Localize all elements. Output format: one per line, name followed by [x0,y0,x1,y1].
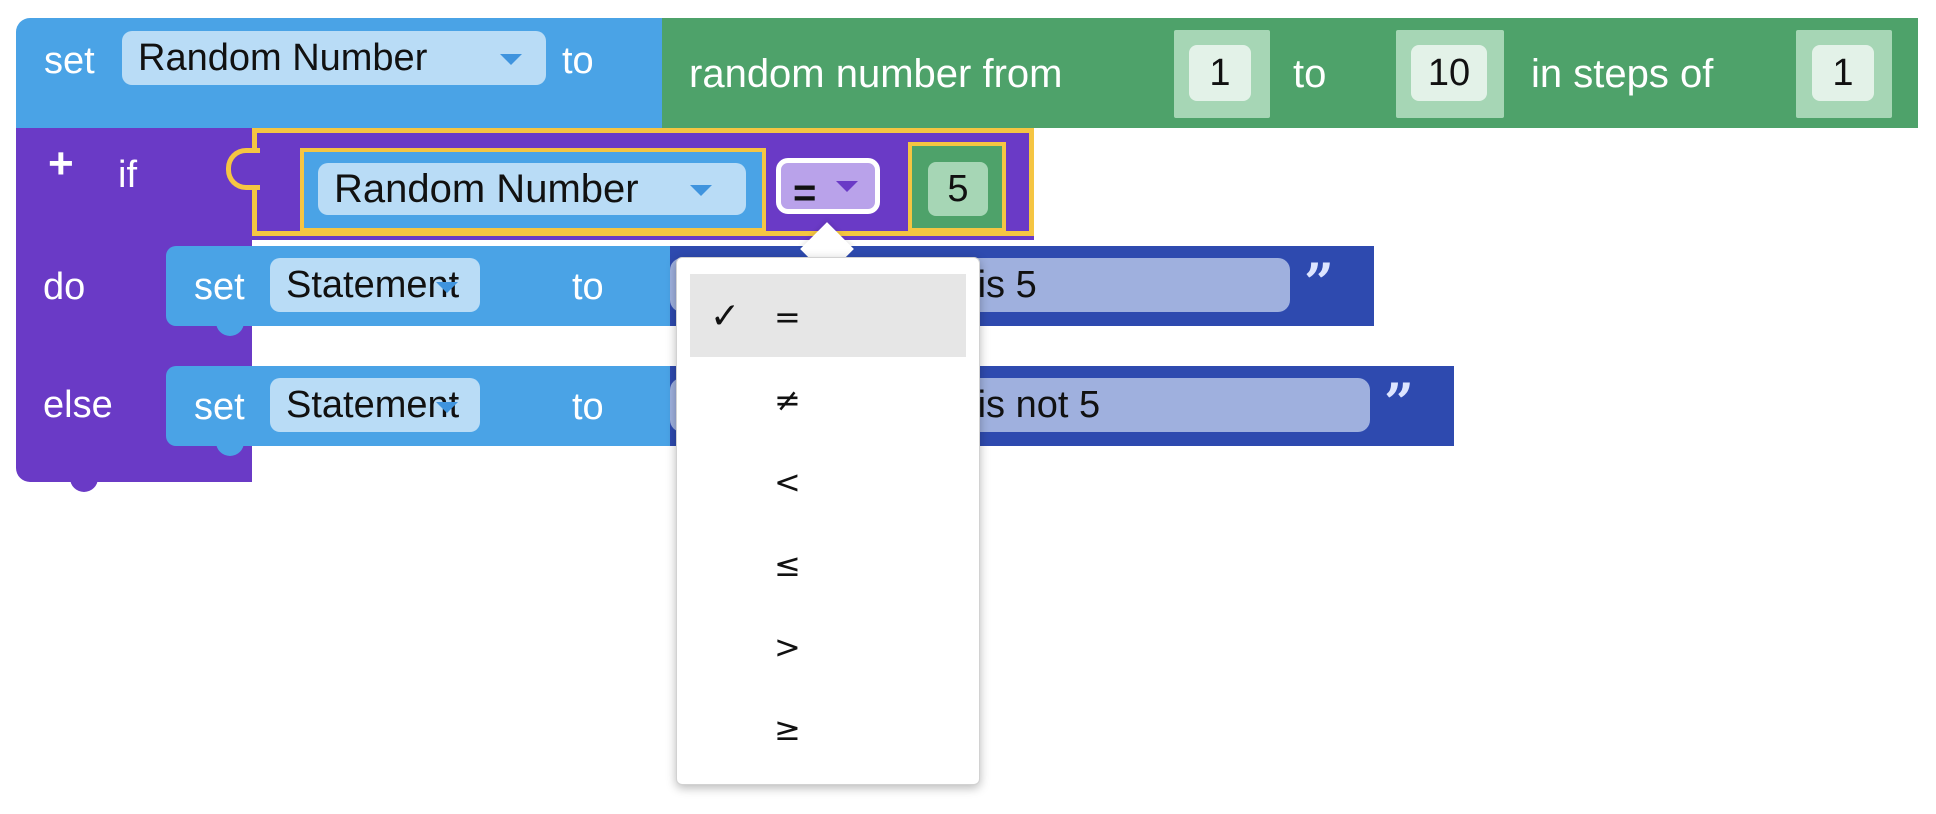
variable-dropdown-statement[interactable]: Statement [270,378,480,432]
operator-dropdown[interactable]: = [776,158,880,214]
menu-item-greater-or-equal[interactable]: ≥ [690,686,966,769]
set-keyword: set [194,386,245,428]
menu-item-not-equal[interactable]: ≠ [690,357,966,440]
from-value: 1 [1209,51,1231,94]
quote-icon: ” [1384,373,1414,434]
steps-label: in steps of [1531,52,1714,96]
variable-dropdown-label: Random Number [138,37,428,79]
menu-item-label: ≤ [774,546,801,584]
operator-value: = [793,171,817,215]
chevron-down-icon [436,402,458,413]
to-keyword: to [572,386,604,428]
menu-item-label: ≠ [774,381,801,419]
set-keyword: set [44,40,95,82]
set-keyword: set [194,266,245,308]
random-number-block[interactable]: random number from 1 to 10 in steps of 1 [662,18,1918,128]
set-statement-block-else[interactable]: set Statement to [166,366,676,446]
variable-dropdown-random-number-getter[interactable]: Random Number [318,163,746,215]
step-value: 1 [1832,51,1854,94]
menu-item-label: ≥ [774,710,801,748]
menu-item-less-or-equal[interactable]: ≤ [690,522,966,605]
chevron-down-icon [436,282,458,293]
else-keyword: else [43,384,113,426]
if-keyword: if [118,154,137,196]
variable-dropdown-random-number[interactable]: Random Number [122,31,546,85]
variable-dropdown-label: Statement [286,384,460,426]
to-keyword: to [562,40,594,82]
operator-dropdown-menu: ✓ = ≠ < ≤ > ≥ [676,257,980,785]
number-value: 5 [947,167,969,210]
compare-block-input-tab [226,148,260,190]
menu-item-less-than[interactable]: < [690,439,966,522]
plus-icon[interactable]: + [48,142,74,186]
chevron-down-icon [690,185,712,196]
menu-item-equal[interactable]: ✓ = [690,274,966,357]
quote-icon: ” [1304,253,1334,314]
set-statement-block-do[interactable]: set Statement to [166,246,676,326]
menu-item-label: = [774,298,801,336]
if-block-bottom-notch [70,476,98,492]
menu-item-greater-than[interactable]: > [690,604,966,687]
set-random-number-block[interactable]: set Random Number to [16,18,666,128]
chevron-down-icon [836,181,858,192]
chevron-down-icon [500,54,522,65]
to-label: to [1293,52,1327,96]
check-icon: ✓ [710,296,741,337]
step-input[interactable]: 1 [1812,45,1874,101]
do-keyword: do [43,266,86,308]
variable-dropdown-statement[interactable]: Statement [270,258,480,312]
to-input[interactable]: 10 [1411,45,1487,101]
number-input[interactable]: 5 [928,162,988,216]
random-number-label: random number from [689,52,1063,96]
to-value: 10 [1427,51,1471,94]
variable-dropdown-label: Statement [286,264,460,306]
menu-item-label: < [774,463,801,501]
from-input[interactable]: 1 [1189,45,1251,101]
to-keyword: to [572,266,604,308]
menu-item-label: > [774,628,801,666]
variable-dropdown-label: Random Number [334,167,639,211]
